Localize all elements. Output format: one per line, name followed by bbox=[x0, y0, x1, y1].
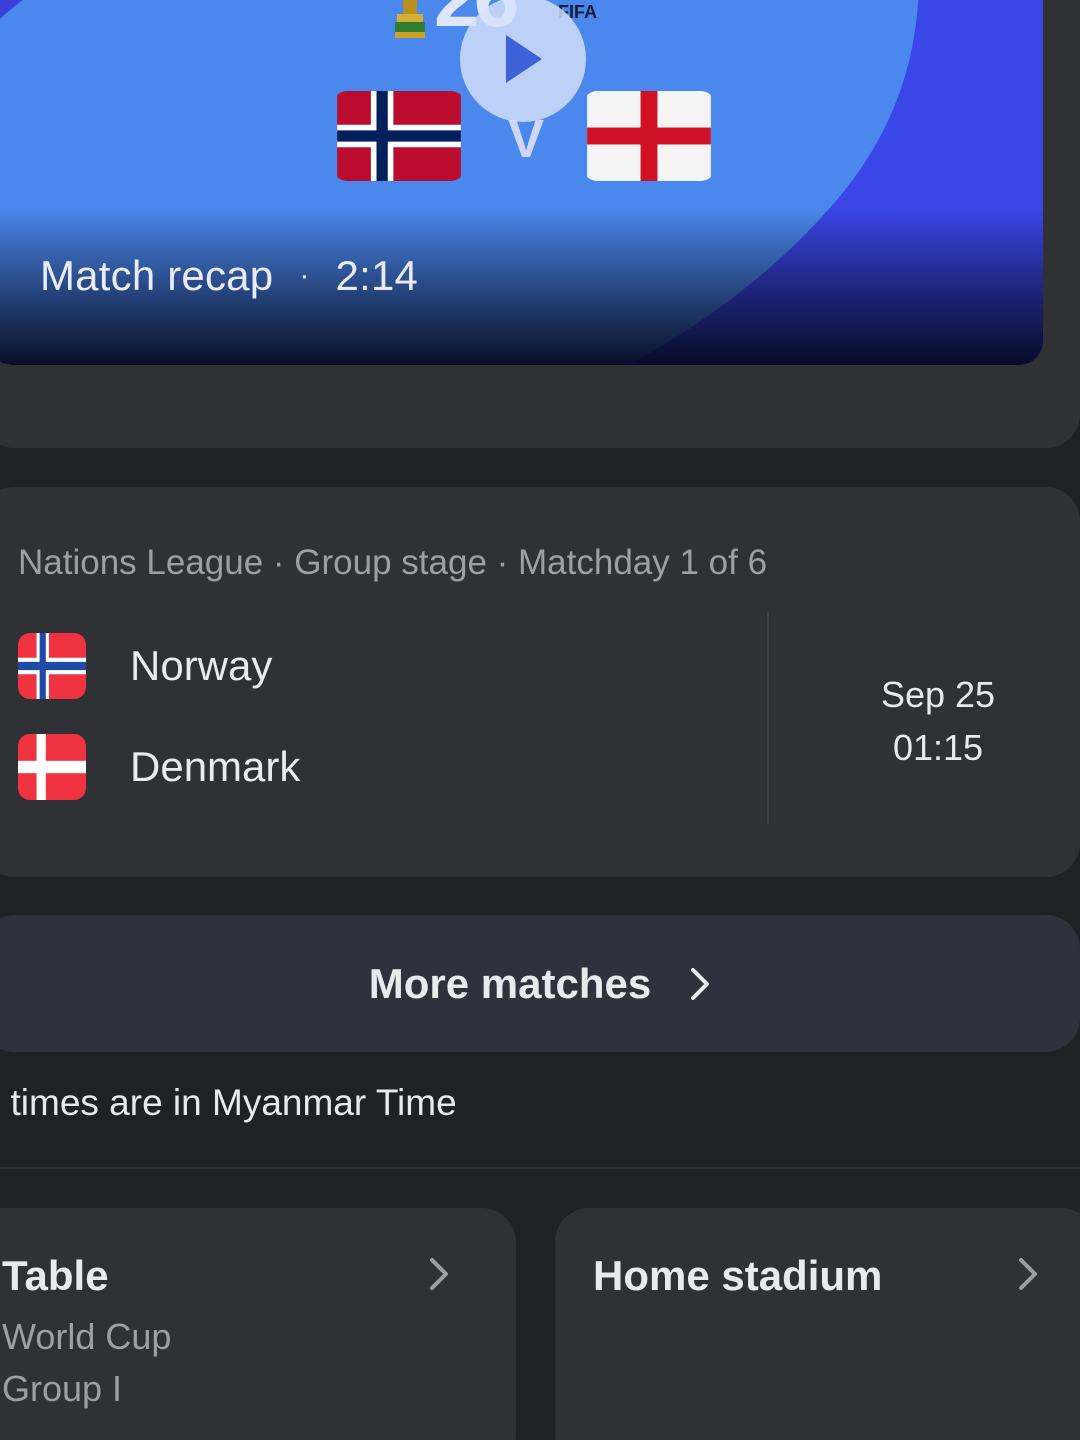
video-caption-label: Match recap bbox=[40, 252, 274, 299]
caption-separator: · bbox=[299, 259, 310, 292]
match-divider bbox=[767, 612, 769, 824]
world-cup-trophy-icon bbox=[395, 0, 425, 38]
team-row: Norway bbox=[18, 633, 272, 699]
table-card-group: Group I bbox=[2, 1368, 123, 1409]
norway-flag-icon bbox=[18, 633, 86, 699]
competition-meta: Nations League · Group stage · Matchday … bbox=[18, 543, 768, 582]
table-card-competition: World Cup bbox=[2, 1316, 172, 1357]
team-name: Norway bbox=[130, 642, 273, 689]
match-time: 01:15 bbox=[892, 727, 984, 768]
chevron-right-icon bbox=[1017, 1256, 1039, 1292]
home-stadium-card[interactable]: Home stadium bbox=[555, 1208, 1080, 1440]
team-row: Denmark bbox=[18, 734, 300, 800]
table-card[interactable]: Table World Cup Group I bbox=[0, 1208, 516, 1440]
chevron-right-icon bbox=[428, 1256, 450, 1292]
video-card: 26 FIFA V bbox=[0, 0, 1080, 448]
more-matches-button[interactable]: More matches bbox=[0, 915, 1080, 1052]
match-date: Sep 25 bbox=[880, 674, 996, 715]
timezone-note: l times are in Myanmar Time bbox=[0, 1082, 457, 1123]
screen: 26 FIFA V bbox=[0, 0, 1080, 1440]
england-flag-icon bbox=[583, 91, 715, 181]
norway-flag-icon bbox=[333, 91, 465, 181]
play-icon bbox=[506, 35, 542, 83]
video-duration: 2:14 bbox=[335, 252, 419, 299]
section-divider bbox=[0, 1167, 1080, 1169]
match-recap-video[interactable]: 26 FIFA V bbox=[0, 0, 1043, 365]
denmark-flag-icon bbox=[18, 734, 86, 800]
home-stadium-title: Home stadium bbox=[593, 1252, 883, 1299]
chevron-right-icon bbox=[689, 966, 711, 1002]
play-button[interactable] bbox=[460, 0, 586, 122]
video-caption: Match recap · 2:14 bbox=[40, 252, 418, 300]
match-datetime: Sep 25 01:15 bbox=[838, 668, 1038, 774]
more-matches-label: More matches bbox=[368, 959, 652, 1007]
team-name: Denmark bbox=[130, 743, 301, 790]
table-card-title: Table bbox=[2, 1252, 109, 1299]
